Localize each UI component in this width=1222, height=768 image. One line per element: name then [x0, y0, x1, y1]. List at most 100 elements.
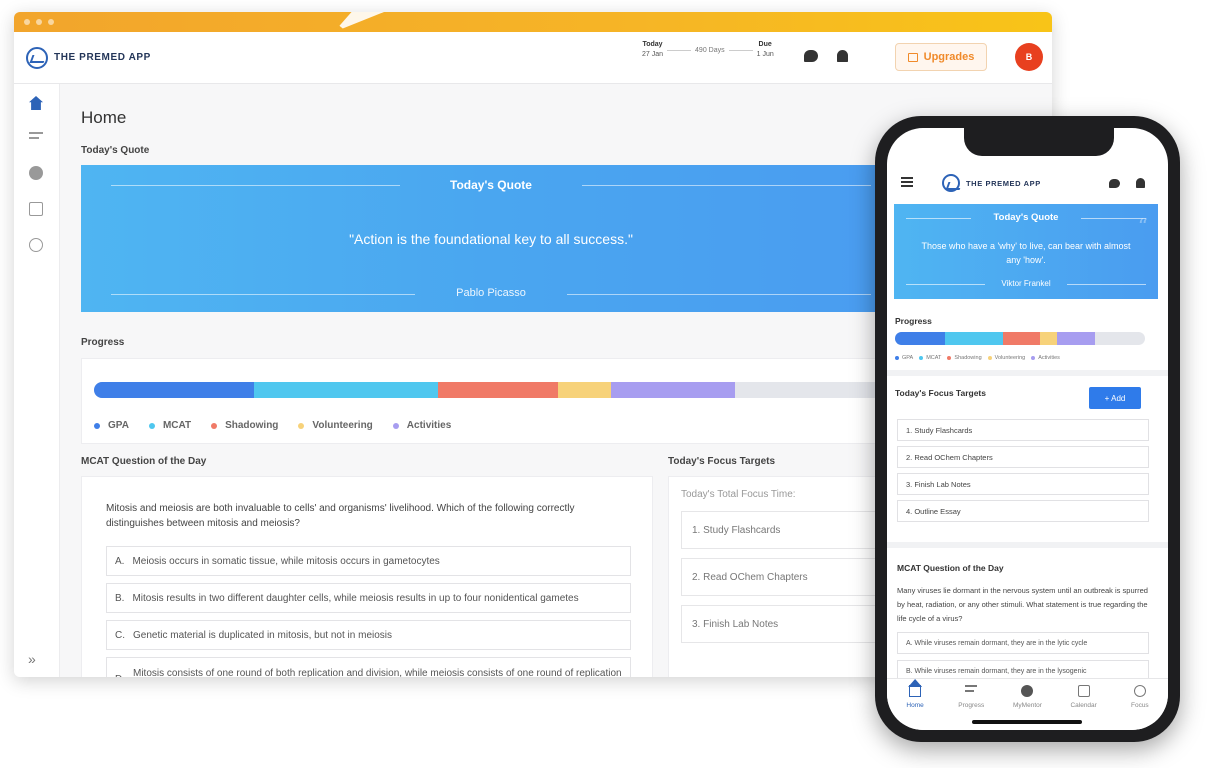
legend-dot — [919, 356, 924, 360]
quote-text: "Action is the foundational key to all s… — [349, 231, 633, 247]
progress-bar[interactable] — [94, 382, 894, 398]
option-text: Mitosis consists of one round of both re… — [133, 668, 622, 677]
home-icon[interactable] — [29, 96, 43, 110]
app-logo[interactable]: THE PREMED APP — [26, 46, 151, 69]
legend-label: Volunteering — [994, 355, 1026, 361]
nav-label: Home — [906, 702, 924, 709]
bell-icon[interactable] — [837, 50, 848, 62]
mentor-icon[interactable] — [29, 166, 43, 180]
top-bar: THE PREMED APP Today 27 Jan 490 Days Due… — [14, 32, 1052, 84]
nav-focus[interactable]: Focus — [1115, 685, 1165, 730]
legend-item: Shadowing — [211, 420, 278, 431]
chat-icon[interactable] — [1109, 179, 1120, 188]
page-title: Home — [81, 108, 127, 127]
section-divider — [887, 370, 1168, 376]
phone-quote-banner: “ Today's Quote Those who have a 'why' t… — [894, 204, 1158, 299]
logo-mark-icon — [942, 174, 960, 192]
window-close-dot[interactable] — [24, 19, 30, 25]
phone-app-logo[interactable]: THE PREMED APP — [942, 174, 1041, 192]
phone-focus-item[interactable]: 2. Read OChem Chapters — [897, 446, 1149, 468]
focus-item[interactable]: 1. Study Flashcards — [681, 511, 891, 549]
legend-dot — [987, 356, 992, 360]
phone-focus-item[interactable]: 1. Study Flashcards — [897, 419, 1149, 441]
quote-section-label: Today's Quote — [81, 145, 150, 156]
legend-item: Shadowing — [947, 355, 982, 361]
progress-segment-mcat — [945, 332, 1003, 345]
calendar-icon — [1077, 685, 1090, 697]
hamburger-menu-icon[interactable] — [901, 177, 913, 187]
legend-item: MCAT — [919, 355, 941, 361]
legend-dot — [94, 422, 100, 429]
option-text: Mitosis results in two different daughte… — [132, 592, 579, 604]
phone-mcat-option-a[interactable]: A. While viruses remain dormant, they ar… — [897, 632, 1149, 654]
option-text: Genetic material is duplicated in mitosi… — [133, 629, 393, 641]
quote-banner: Today's Quote "Action is the foundationa… — [81, 165, 901, 312]
focus-icon[interactable] — [29, 238, 43, 252]
today-date: 27 Jan — [642, 51, 664, 58]
chrome-tab-shape — [334, 12, 384, 32]
section-divider — [887, 542, 1168, 548]
legend-item: Volunteering — [298, 420, 373, 431]
mcat-question: Mitosis and meiosis are both invaluable … — [106, 503, 575, 529]
progress-icon[interactable] — [29, 132, 43, 142]
phone-focus-item[interactable]: 4. Outline Essay — [897, 500, 1149, 522]
home-icon — [909, 685, 922, 697]
mcat-option-b[interactable]: B. Mitosis results in two different daug… — [106, 583, 631, 613]
mentor-icon — [1021, 685, 1034, 697]
legend-label: Activities — [1038, 355, 1060, 361]
mcat-option-c[interactable]: C. Genetic material is duplicated in mit… — [106, 620, 631, 650]
add-focus-button[interactable]: + Add — [1089, 387, 1141, 409]
date-divider — [728, 49, 753, 51]
chat-icon[interactable] — [804, 50, 818, 62]
legend-label: Shadowing — [954, 355, 982, 361]
today-label: Today — [642, 41, 663, 48]
focus-item[interactable]: 2. Read OChem Chapters — [681, 558, 891, 596]
legend-dot — [947, 356, 952, 360]
bell-icon[interactable] — [1136, 178, 1145, 188]
legend-item: GPA — [94, 420, 129, 431]
nav-label: MyMentor — [1013, 702, 1042, 709]
upgrades-button[interactable]: Upgrades — [895, 43, 987, 71]
quote-heading: Today's Quote — [111, 178, 871, 192]
legend-label: Shadowing — [225, 420, 279, 431]
focus-time-label: Today's Total Focus Time: — [681, 489, 796, 500]
phone-progress-bar[interactable] — [895, 332, 1145, 345]
calendar-icon[interactable] — [29, 202, 43, 216]
progress-segment-shadowing — [1002, 332, 1040, 345]
legend-dot — [298, 422, 305, 429]
phone-mcat-label: MCAT Question of the Day — [897, 563, 1004, 573]
window-maximize-dot[interactable] — [48, 19, 54, 25]
logo-mark-icon — [26, 46, 48, 69]
focus-icon — [1133, 685, 1146, 697]
mcat-option-d[interactable]: D. Mitosis consists of one round of both… — [106, 657, 631, 677]
focus-item[interactable]: 3. Finish Lab Notes — [681, 605, 891, 643]
phone-quote-author: Viktor Frankel — [906, 279, 1146, 288]
avatar[interactable]: B — [1015, 43, 1043, 71]
legend-item: GPA — [895, 355, 913, 361]
phone-focus-item[interactable]: 3. Finish Lab Notes — [897, 473, 1149, 495]
progress-icon — [965, 685, 978, 697]
progress-segment-volunteering — [1040, 332, 1057, 345]
legend-dot — [895, 356, 899, 360]
phone-quote-text: Those who have a 'why' to live, can bear… — [921, 241, 1131, 265]
focus-section-label: Today's Focus Targets — [668, 456, 776, 467]
progress-section-label: Progress — [81, 337, 125, 348]
option-letter: A. — [115, 555, 125, 567]
legend-item: MCAT — [148, 420, 191, 431]
expand-sidebar-icon[interactable]: » — [28, 651, 36, 667]
focus-card: Today's Total Focus Time: 1. Study Flash… — [668, 476, 898, 677]
nav-home[interactable]: Home — [890, 685, 940, 730]
legend-dot — [392, 422, 399, 429]
nav-label: Focus — [1130, 702, 1149, 709]
sidebar: » — [14, 84, 60, 677]
date-range: Today 27 Jan 490 Days Due 1 Jun — [642, 40, 774, 60]
mcat-option-a[interactable]: A. Meiosis occurs in somatic tissue, whi… — [106, 546, 631, 576]
progress-segment-activities — [1056, 332, 1096, 345]
phone-mcat-question: Many viruses lie dormant in the nervous … — [897, 586, 1148, 623]
window-minimize-dot[interactable] — [36, 19, 42, 25]
nav-label: Calendar — [1070, 702, 1097, 709]
legend-item: Volunteering — [987, 355, 1026, 361]
today-date-block: Today 27 Jan — [642, 40, 663, 60]
option-letter: D. — [115, 666, 125, 677]
due-date-block: Due 1 Jun — [757, 40, 774, 60]
